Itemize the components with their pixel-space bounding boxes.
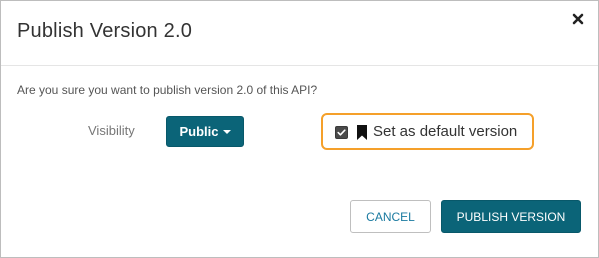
- default-version-label: Set as default version: [373, 123, 518, 140]
- dialog-title: Publish Version 2.0: [17, 20, 193, 42]
- default-version-checkbox[interactable]: [335, 126, 348, 139]
- publish-version-dialog: Publish Version 2.0 Are you sure you wan…: [0, 0, 599, 258]
- visibility-label: Visibility: [88, 123, 135, 138]
- default-version-option: Set as default version: [321, 113, 534, 150]
- bookmark-icon: [356, 125, 368, 145]
- confirmation-message: Are you sure you want to publish version…: [17, 83, 318, 97]
- publish-version-button[interactable]: PUBLISH VERSION: [441, 200, 581, 233]
- visibility-dropdown-button[interactable]: Public: [166, 116, 244, 147]
- close-icon[interactable]: [568, 9, 588, 29]
- caret-down-icon: [222, 130, 231, 134]
- cancel-button[interactable]: CANCEL: [350, 200, 431, 233]
- visibility-value: Public: [179, 124, 219, 139]
- dialog-header: Publish Version 2.0: [1, 1, 598, 66]
